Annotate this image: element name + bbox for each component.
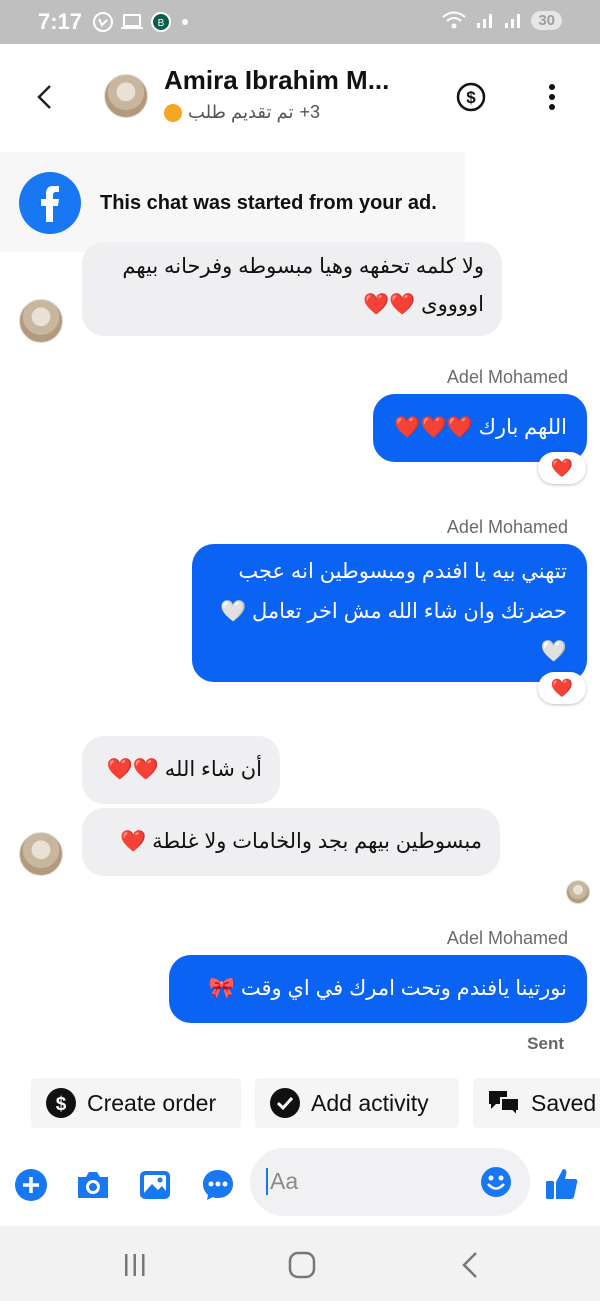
message-bubble-outgoing[interactable]: نورتينا يافندم وتحت امرك في اي وقت 🎀	[169, 955, 587, 1023]
status-time: 7:17	[38, 9, 83, 34]
sender-avatar[interactable]	[19, 299, 63, 343]
back-nav-icon[interactable]	[460, 1251, 480, 1279]
sender-avatar[interactable]	[19, 832, 63, 876]
wifi-icon	[442, 11, 466, 29]
message-line: اووووى ❤️❤️	[363, 293, 484, 316]
status-dot	[164, 103, 182, 122]
contact-avatar[interactable]	[104, 74, 148, 118]
svg-text:B: B	[158, 18, 165, 29]
status-icons-right: 30	[441, 10, 562, 30]
sender-name: Adel Mohamed	[446, 367, 568, 387]
create-order-label: Create order	[87, 1089, 217, 1116]
message-line: 🤍	[540, 640, 567, 663]
ad-banner-text: This chat was started from your ad.	[100, 192, 437, 214]
message-list[interactable]: ولا كلمه تحفهه وهيا مبسوطه وفرحانه بيهم …	[0, 242, 600, 1072]
check-circle-icon	[270, 1088, 300, 1118]
message-line: اللهم بارك ❤️❤️❤️	[394, 416, 567, 439]
whatsapp-icon	[93, 12, 113, 32]
laptop-icon	[121, 14, 143, 29]
gallery-icon[interactable]	[138, 1168, 172, 1202]
label-plus-count: +3	[299, 102, 321, 122]
status-bar: 7:17 B 30	[0, 0, 600, 44]
home-icon[interactable]	[288, 1251, 316, 1279]
message-line: نورتينا يافندم وتحت امرك في اي وقت 🎀	[208, 977, 567, 1000]
conversation-header: Amira Ibrahim M... تم تقديم طلب +3 $	[0, 44, 600, 152]
delivery-status: Sent	[527, 1034, 564, 1053]
emoji-icon[interactable]	[480, 1166, 512, 1198]
saved-replies-icon[interactable]	[201, 1168, 235, 1202]
battery-icon: 30	[531, 10, 562, 30]
back-arrow-icon[interactable]	[34, 84, 56, 110]
message-bubble-incoming[interactable]: أن شاء الله ❤️❤️	[82, 736, 280, 804]
message-line: أن شاء الله ❤️❤️	[106, 758, 262, 781]
reaction-badge[interactable]: ❤️	[538, 452, 586, 484]
facebook-icon	[19, 172, 81, 234]
saved-label: Saved	[531, 1089, 597, 1116]
dollar-icon[interactable]: $	[456, 82, 486, 112]
signal-icon	[505, 14, 521, 28]
more-options-icon[interactable]	[544, 82, 560, 112]
chat-bubbles-icon	[489, 1091, 520, 1119]
signal-icon	[477, 14, 493, 28]
status-icons-left: B	[92, 11, 192, 33]
message-line: حضرتك وان شاء الله مش اخر تعامل 🤍	[220, 600, 567, 623]
message-bubble-incoming[interactable]: مبسوطين بيهم بجد والخامات ولا غلطة ❤️	[82, 808, 500, 876]
sender-name: Adel Mohamed	[446, 928, 568, 948]
message-line: تتهني بيه يا افندم ومبسوطين انه عجب	[238, 560, 567, 583]
sender-name: Adel Mohamed	[446, 517, 568, 537]
camera-icon[interactable]	[75, 1168, 111, 1202]
message-bubble-incoming[interactable]: ولا كلمه تحفهه وهيا مبسوطه وفرحانه بيهم …	[82, 242, 502, 336]
add-activity-button[interactable]: Add activity	[255, 1078, 459, 1128]
dot-icon	[182, 19, 188, 25]
message-bubble-outgoing[interactable]: تتهني بيه يا افندم ومبسوطين انه عجب حضرت…	[192, 544, 587, 682]
ad-origin-banner: This chat was started from your ad.	[0, 152, 465, 252]
reaction-badge[interactable]: ❤️	[538, 672, 586, 704]
contact-name[interactable]: Amira Ibrahim M...	[164, 65, 389, 96]
quick-actions-bar: $ Create order Add activity Saved	[0, 1076, 600, 1132]
plus-icon[interactable]	[14, 1168, 48, 1202]
read-receipt-avatar	[566, 880, 590, 904]
system-navigation-bar	[0, 1226, 600, 1301]
whatsapp-business-icon: B	[151, 12, 171, 32]
dollar-icon: $	[46, 1088, 76, 1118]
message-composer: Aa	[0, 1140, 600, 1226]
add-activity-label: Add activity	[311, 1089, 429, 1116]
message-line: مبسوطين بيهم بجد والخامات ولا غلطة ❤️	[120, 830, 482, 853]
recent-apps-icon[interactable]	[122, 1253, 148, 1277]
thumbs-up-icon[interactable]	[544, 1166, 580, 1202]
create-order-button[interactable]: $ Create order	[31, 1078, 241, 1128]
svg-text:$: $	[466, 88, 476, 107]
message-input-placeholder: Aa	[266, 1168, 298, 1195]
message-input[interactable]: Aa	[250, 1148, 530, 1216]
message-line: ولا كلمه تحفهه وهيا مبسوطه وفرحانه بيهم	[122, 255, 484, 278]
contact-subtitle: تم تقديم طلب +3	[164, 102, 320, 123]
saved-replies-button[interactable]: Saved	[473, 1078, 600, 1128]
svg-text:$: $	[56, 1094, 67, 1115]
order-status-label: تم تقديم طلب	[188, 102, 294, 122]
